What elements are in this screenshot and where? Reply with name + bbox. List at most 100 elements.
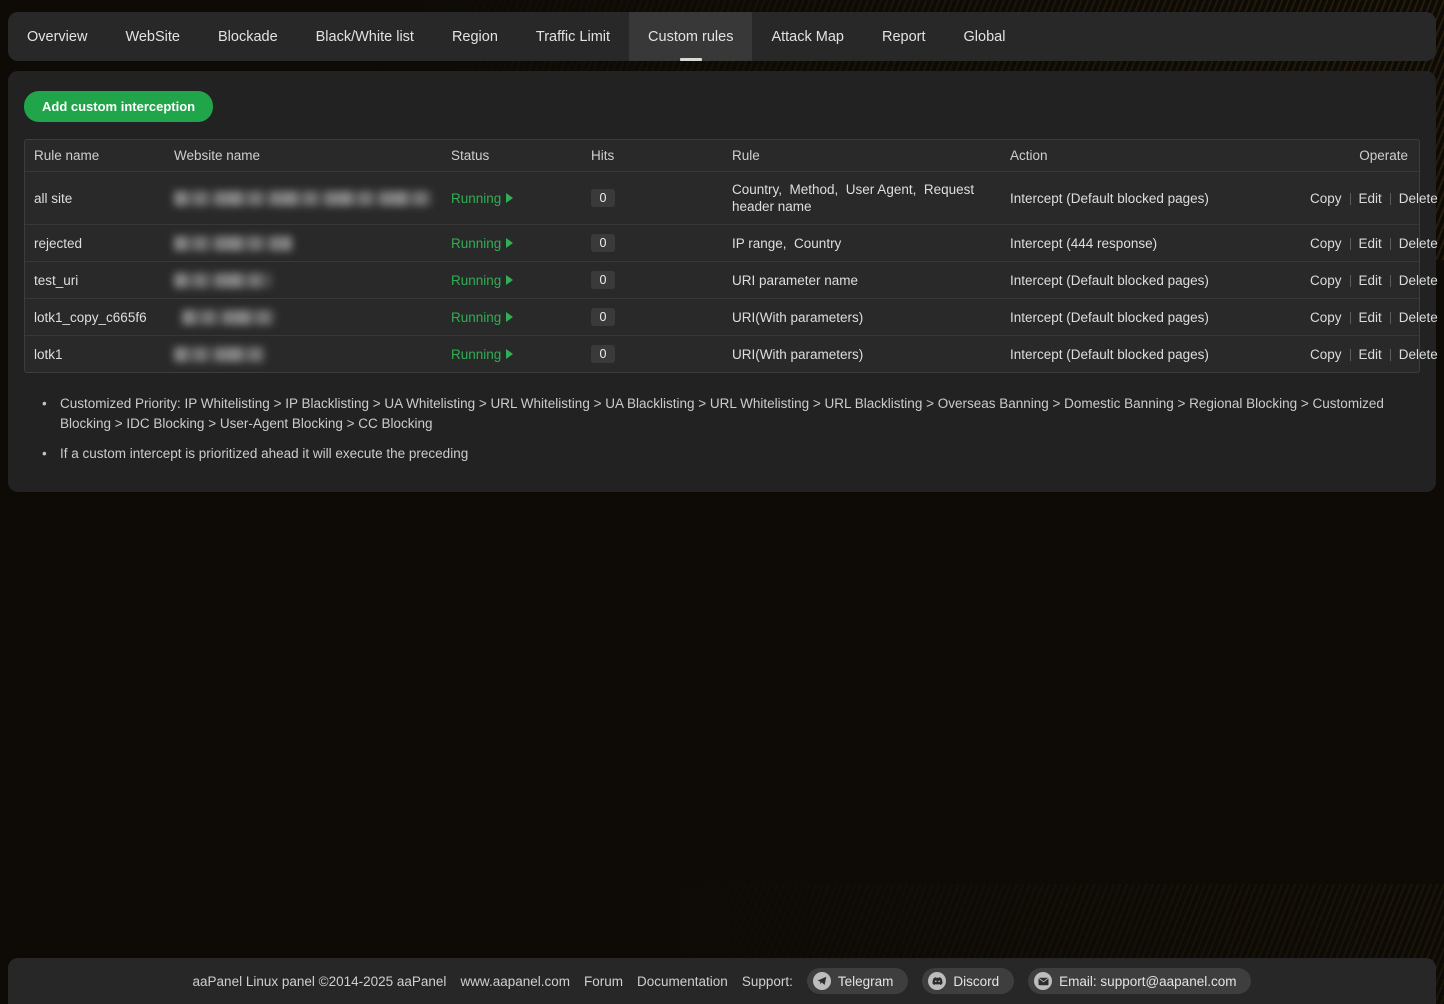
email-button[interactable]: Email: support@aapanel.com xyxy=(1028,968,1251,994)
header-operate: Operate xyxy=(1301,140,1419,172)
divider xyxy=(1390,238,1391,250)
rule-cell: Country, Method, User Agent, Request hea… xyxy=(723,172,1001,225)
operate-cell: CopyEditDelete xyxy=(1301,336,1419,373)
operate-cell: CopyEditDelete xyxy=(1301,262,1419,299)
tab-traffic-limit[interactable]: Traffic Limit xyxy=(517,12,629,61)
rule-name-cell: lotk1 xyxy=(25,336,165,373)
action-cell: Intercept (Default blocked pages) xyxy=(1001,172,1301,225)
action-cell: Intercept (444 response) xyxy=(1001,225,1301,262)
edit-link[interactable]: Edit xyxy=(1359,310,1382,325)
table-header-row: Rule name Website name Status Hits Rule … xyxy=(25,140,1419,172)
website-name-cell xyxy=(165,225,442,262)
tab-report[interactable]: Report xyxy=(863,12,945,61)
action-cell: Intercept (Default blocked pages) xyxy=(1001,262,1301,299)
operate-cell: CopyEditDelete xyxy=(1301,172,1419,225)
play-icon xyxy=(506,238,513,248)
forum-link[interactable]: Forum xyxy=(584,974,623,989)
delete-link[interactable]: Delete xyxy=(1399,273,1438,288)
delete-link[interactable]: Delete xyxy=(1399,310,1438,325)
add-custom-interception-button[interactable]: Add custom interception xyxy=(24,91,213,122)
tab-attack-map[interactable]: Attack Map xyxy=(752,12,863,61)
website-name-redacted xyxy=(174,236,292,251)
website-name-redacted xyxy=(182,310,275,325)
website-name-redacted xyxy=(174,273,271,288)
discord-button[interactable]: Discord xyxy=(922,968,1014,994)
hits-badge: 0 xyxy=(591,234,615,252)
telegram-button[interactable]: Telegram xyxy=(807,968,909,994)
status-cell: Running xyxy=(442,336,582,373)
hits-badge: 0 xyxy=(591,271,615,289)
divider xyxy=(1350,312,1351,324)
delete-link[interactable]: Delete xyxy=(1399,347,1438,362)
rule-name-cell: test_uri xyxy=(25,262,165,299)
rule-cell: URI(With parameters) xyxy=(723,336,1001,373)
status-toggle[interactable]: Running xyxy=(451,191,513,206)
discord-icon xyxy=(928,972,946,990)
divider xyxy=(1390,275,1391,287)
copy-link[interactable]: Copy xyxy=(1310,310,1342,325)
table-row: test_uri Running 0 URI parameter name In… xyxy=(25,262,1419,299)
operate-cell: CopyEditDelete xyxy=(1301,299,1419,336)
copy-link[interactable]: Copy xyxy=(1310,191,1342,206)
rule-cell: URI(With parameters) xyxy=(723,299,1001,336)
tab-overview[interactable]: Overview xyxy=(8,12,106,61)
website-name-cell xyxy=(165,336,442,373)
telegram-icon xyxy=(813,972,831,990)
status-toggle[interactable]: Running xyxy=(451,347,513,362)
tab-global[interactable]: Global xyxy=(945,12,1025,61)
rules-table-container: Rule name Website name Status Hits Rule … xyxy=(24,139,1420,373)
copy-link[interactable]: Copy xyxy=(1310,236,1342,251)
website-name-redacted xyxy=(174,347,265,362)
footer-bar: aaPanel Linux panel ©2014-2025 aaPanel w… xyxy=(8,958,1436,1004)
divider xyxy=(1350,193,1351,205)
custom-rules-panel: Add custom interception Rule name Websit… xyxy=(8,71,1436,492)
note-priority: Customized Priority: IP Whitelisting > I… xyxy=(42,394,1420,434)
hits-cell: 0 xyxy=(582,336,723,373)
status-toggle[interactable]: Running xyxy=(451,273,513,288)
rule-cell: URI parameter name xyxy=(723,262,1001,299)
delete-link[interactable]: Delete xyxy=(1399,191,1438,206)
aapanel-website-link[interactable]: www.aapanel.com xyxy=(460,974,570,989)
divider xyxy=(1350,238,1351,250)
hits-badge: 0 xyxy=(591,189,615,207)
hits-cell: 0 xyxy=(582,262,723,299)
hits-badge: 0 xyxy=(591,308,615,326)
website-name-cell xyxy=(165,172,442,225)
edit-link[interactable]: Edit xyxy=(1359,273,1382,288)
header-hits: Hits xyxy=(582,140,723,172)
delete-link[interactable]: Delete xyxy=(1399,236,1438,251)
hits-cell: 0 xyxy=(582,299,723,336)
divider xyxy=(1350,275,1351,287)
header-rule: Rule xyxy=(723,140,1001,172)
main-tabbar: Overview WebSite Blockade Black/White li… xyxy=(8,12,1436,61)
divider xyxy=(1350,349,1351,361)
divider xyxy=(1390,193,1391,205)
note-execution: If a custom intercept is prioritized ahe… xyxy=(42,444,1420,464)
divider xyxy=(1390,349,1391,361)
documentation-link[interactable]: Documentation xyxy=(637,974,728,989)
rule-name-cell: rejected xyxy=(25,225,165,262)
hits-cell: 0 xyxy=(582,225,723,262)
copy-link[interactable]: Copy xyxy=(1310,273,1342,288)
edit-link[interactable]: Edit xyxy=(1359,191,1382,206)
table-row: lotk1_copy_c665f6 Running 0 URI(With par… xyxy=(25,299,1419,336)
edit-link[interactable]: Edit xyxy=(1359,236,1382,251)
status-toggle[interactable]: Running xyxy=(451,236,513,251)
status-cell: Running xyxy=(442,172,582,225)
tab-custom-rules[interactable]: Custom rules xyxy=(629,12,752,61)
tab-blockade[interactable]: Blockade xyxy=(199,12,297,61)
tab-website[interactable]: WebSite xyxy=(106,12,199,61)
rules-table: Rule name Website name Status Hits Rule … xyxy=(25,140,1419,372)
hits-badge: 0 xyxy=(591,345,615,363)
table-row: lotk1 Running 0 URI(With parameters) Int… xyxy=(25,336,1419,373)
hits-cell: 0 xyxy=(582,172,723,225)
edit-link[interactable]: Edit xyxy=(1359,347,1382,362)
tab-black-white-list[interactable]: Black/White list xyxy=(297,12,433,61)
status-toggle[interactable]: Running xyxy=(451,310,513,325)
rule-cell: IP range, Country xyxy=(723,225,1001,262)
play-icon xyxy=(506,275,513,285)
tab-region[interactable]: Region xyxy=(433,12,517,61)
copy-link[interactable]: Copy xyxy=(1310,347,1342,362)
header-action: Action xyxy=(1001,140,1301,172)
status-cell: Running xyxy=(442,299,582,336)
